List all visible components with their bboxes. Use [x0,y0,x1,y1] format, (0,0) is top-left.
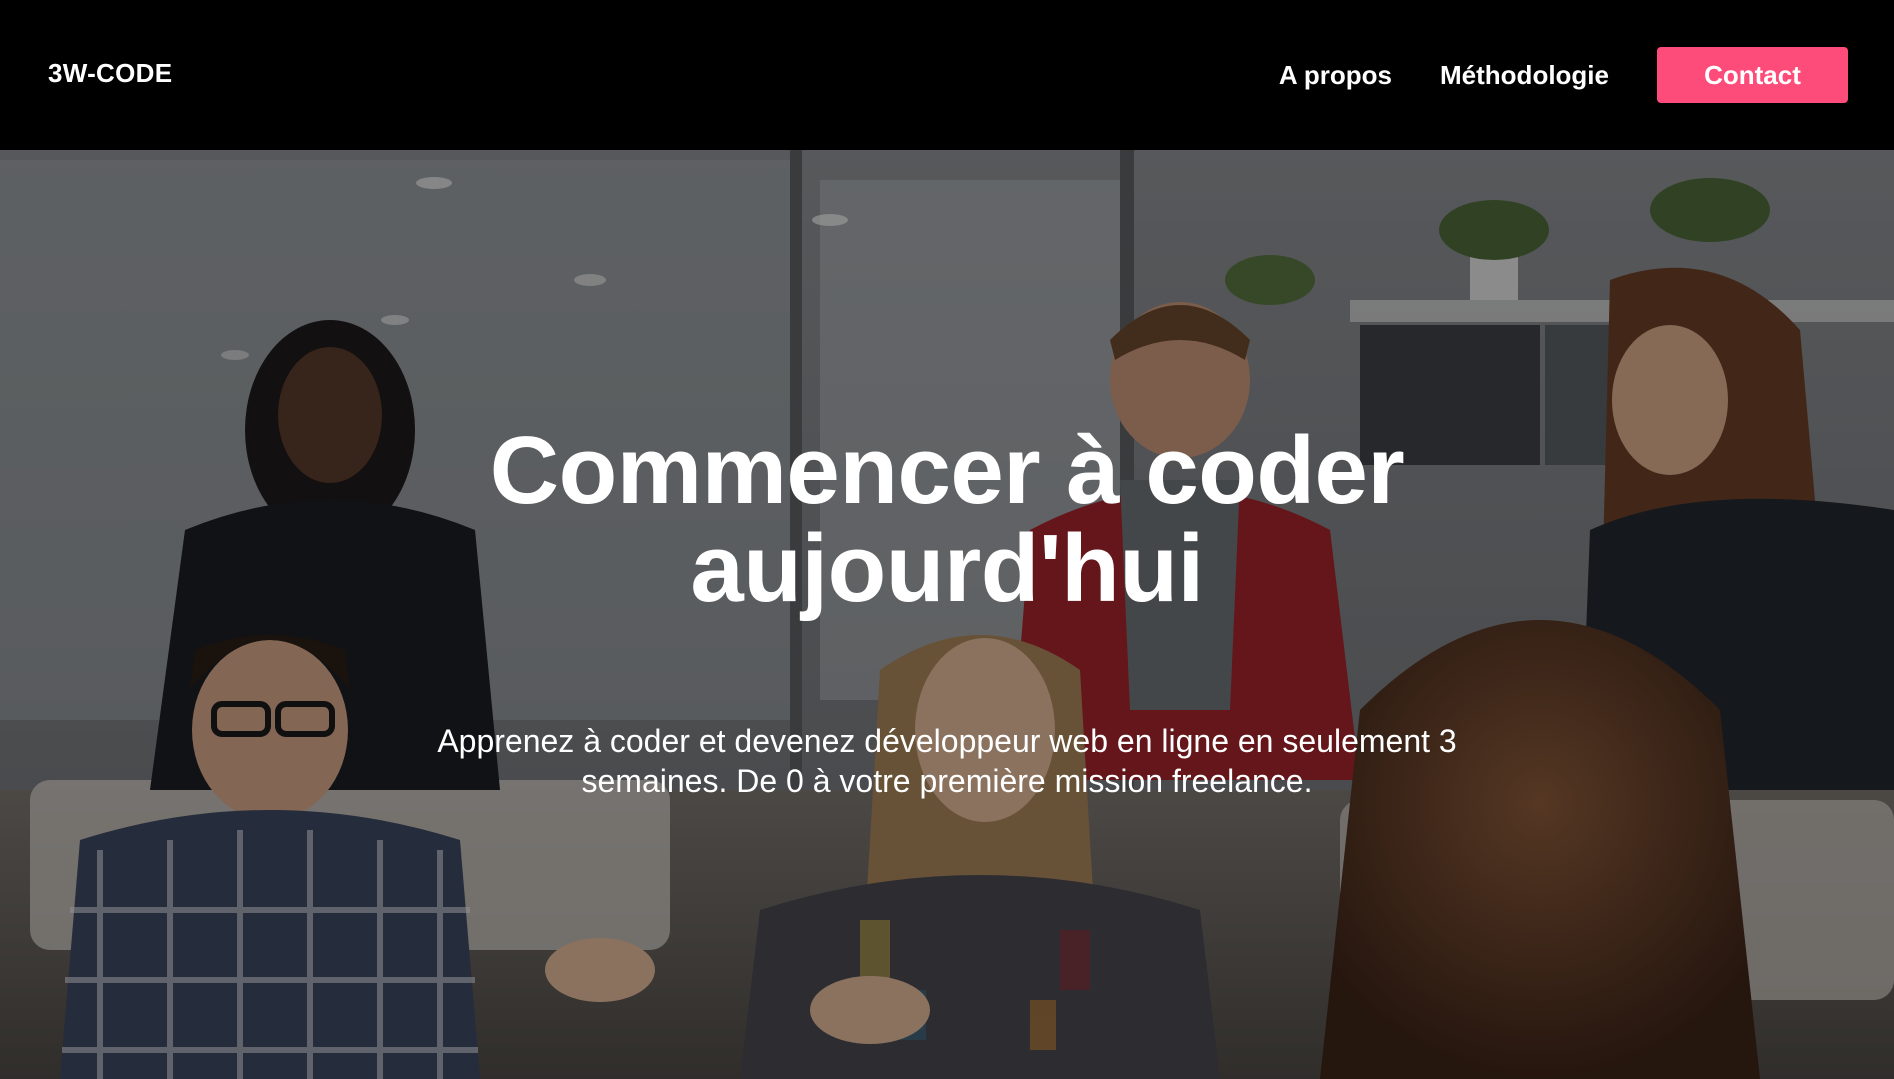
hero-content: Commencer à coder aujourd'hui Apprenez à… [0,150,1894,1079]
nav-links: A propos Méthodologie Contact [1279,47,1848,103]
hero-subtitle: Apprenez à coder et devenez développeur … [437,723,1457,799]
site-logo[interactable]: 3W-CODE [48,58,172,89]
nav-link-methodology[interactable]: Méthodologie [1440,47,1609,103]
nav-link-about[interactable]: A propos [1279,47,1392,103]
contact-button[interactable]: Contact [1657,47,1848,103]
hero-section: Commencer à coder aujourd'hui Apprenez à… [0,150,1894,1079]
navbar: 3W-CODE A propos Méthodologie Contact [0,0,1894,150]
hero-title: Commencer à coder aujourd'hui [489,417,1405,622]
